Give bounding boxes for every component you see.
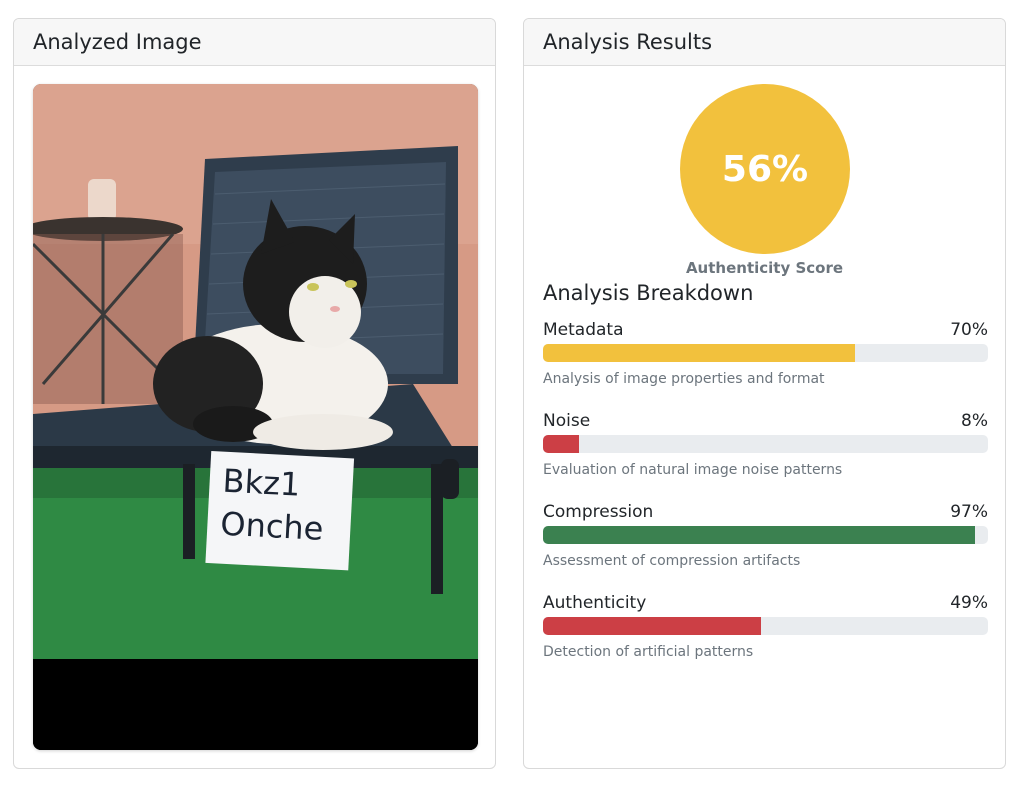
progress-bar-fill bbox=[543, 526, 975, 544]
metric-noise: Noise 8% Evaluation of natural image noi… bbox=[543, 410, 988, 478]
metric-name: Metadata bbox=[543, 320, 624, 340]
metric-description: Assessment of compression artifacts bbox=[543, 553, 801, 569]
progress-bar-fill bbox=[543, 617, 762, 635]
analyzed-image-header: Analyzed Image bbox=[14, 19, 495, 66]
authenticity-score-label: Authenticity Score bbox=[685, 259, 844, 277]
authenticity-score-value: 56% bbox=[721, 148, 809, 190]
progress-bar-track bbox=[543, 344, 988, 362]
metric-metadata: Metadata 70% Analysis of image propertie… bbox=[543, 319, 988, 387]
metric-value: 8% bbox=[961, 411, 988, 431]
metric-name: Noise bbox=[543, 411, 591, 431]
progress-bar-fill bbox=[543, 435, 579, 453]
sign-text-line1: Bkz1 bbox=[222, 462, 302, 504]
analyzed-image: Bkz1 Onche bbox=[33, 84, 478, 750]
progress-bar-track bbox=[543, 617, 988, 635]
metric-name: Compression bbox=[543, 502, 654, 522]
metric-description: Detection of artificial patterns bbox=[543, 644, 754, 660]
metric-description: Evaluation of natural image noise patter… bbox=[543, 462, 843, 478]
metric-compression: Compression 97% Assessment of compressio… bbox=[543, 501, 988, 569]
metric-name: Authenticity bbox=[543, 593, 647, 613]
analysis-results-card: Analysis Results 56% Authenticity Score … bbox=[523, 18, 1006, 769]
progress-bar-track bbox=[543, 526, 988, 544]
analysis-breakdown-title: Analysis Breakdown bbox=[543, 281, 754, 305]
metric-authenticity: Authenticity 49% Detection of artificial… bbox=[543, 592, 988, 660]
progress-bar-track bbox=[543, 435, 988, 453]
progress-bar-fill bbox=[543, 344, 855, 362]
metric-description: Analysis of image properties and format bbox=[543, 371, 825, 387]
metric-value: 49% bbox=[950, 593, 988, 613]
analyzed-image-card: Analyzed Image Bkz1 Onche bbox=[13, 18, 496, 769]
metric-value: 70% bbox=[950, 320, 988, 340]
authenticity-score-circle: 56% bbox=[680, 84, 850, 254]
sign-text-line2: Onche bbox=[219, 505, 324, 548]
metric-value: 97% bbox=[950, 502, 988, 522]
analysis-results-header: Analysis Results bbox=[524, 19, 1005, 66]
